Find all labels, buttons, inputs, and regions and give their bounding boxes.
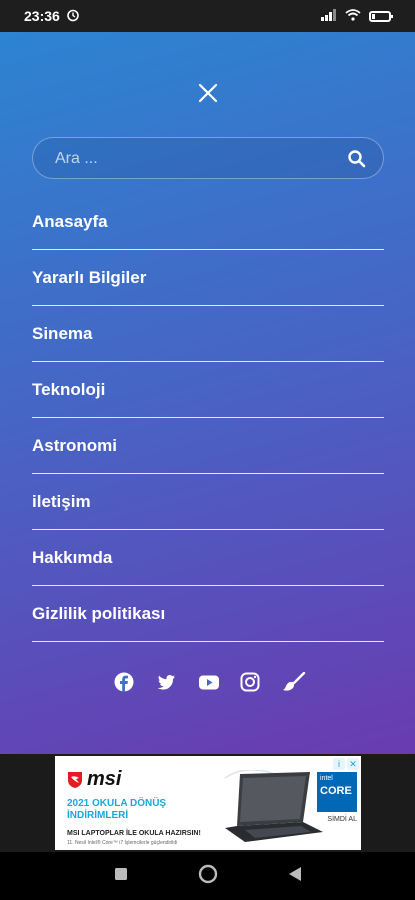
nav-item-sinema[interactable]: Sinema (32, 306, 384, 362)
nav-menu: Anasayfa Yararlı Bilgiler Sinema Teknolo… (32, 194, 384, 642)
search-bar (32, 137, 384, 180)
nav-item-astronomi[interactable]: Astronomi (32, 418, 384, 474)
intel-core-label: CORE (320, 785, 352, 797)
intel-badge: intel CORE (317, 772, 357, 812)
social-links (0, 671, 415, 692)
ad-headline: 2021 OKULA DÖNÜŞ İNDİRİMLERİ (67, 798, 227, 822)
back-icon[interactable] (288, 866, 302, 887)
alarm-icon (66, 8, 80, 25)
nav-item-iletisim[interactable]: iletişim (32, 474, 384, 530)
nav-item-anasayfa[interactable]: Anasayfa (32, 194, 384, 250)
recents-icon[interactable] (114, 867, 128, 886)
nav-item-gizlilik[interactable]: Gizlilik politikası (32, 586, 384, 642)
nav-item-teknoloji[interactable]: Teknoloji (32, 362, 384, 418)
signal-icon (321, 8, 337, 24)
ad-strip: msi 2021 OKULA DÖNÜŞ İNDİRİMLERİ MSI LAP… (0, 754, 415, 852)
ad-controls: i ✕ (333, 758, 359, 770)
battery-level (372, 13, 376, 19)
search-input[interactable] (53, 138, 337, 180)
status-time: 23:36 (24, 8, 60, 24)
status-bar: 23:36 (0, 0, 415, 32)
ad-headline-line1: 2021 OKULA DÖNÜŞ (67, 798, 167, 809)
msi-dragon-icon (67, 771, 83, 789)
ad-brand: msi (87, 768, 122, 790)
laptop-image (215, 769, 325, 848)
ad-cta[interactable]: SİMDİ AL (327, 816, 357, 823)
brush-icon[interactable] (282, 671, 305, 692)
ad-subline: MSI LAPTOPLAR İLE OKULA HAZIRSIN! (67, 830, 201, 837)
side-menu: Anasayfa Yararlı Bilgiler Sinema Teknolo… (0, 32, 415, 754)
home-icon[interactable] (198, 864, 218, 889)
ad-logo: msi (67, 768, 121, 791)
ad-close-icon[interactable]: ✕ (347, 758, 359, 770)
intel-label: intel (320, 775, 333, 782)
ad-headline-line2: İNDİRİMLERİ (67, 810, 129, 821)
instagram-icon[interactable] (240, 672, 260, 692)
twitter-icon[interactable] (156, 672, 176, 692)
ad-banner[interactable]: msi 2021 OKULA DÖNÜŞ İNDİRİMLERİ MSI LAP… (55, 756, 361, 850)
battery-icon (369, 10, 393, 22)
ad-info-icon[interactable]: i (333, 758, 345, 770)
wifi-icon (345, 8, 361, 24)
facebook-icon[interactable] (114, 672, 134, 692)
nav-item-hakkimda[interactable]: Hakkımda (32, 530, 384, 586)
system-nav-bar (0, 852, 415, 900)
ad-fine-print: 11. Nesil Intel® Core™ i7 İşlemcilerle g… (67, 840, 178, 846)
close-icon[interactable] (197, 82, 219, 104)
youtube-icon[interactable] (198, 672, 219, 692)
nav-item-yararli-bilgiler[interactable]: Yararlı Bilgiler (32, 250, 384, 306)
search-icon[interactable] (347, 149, 367, 169)
